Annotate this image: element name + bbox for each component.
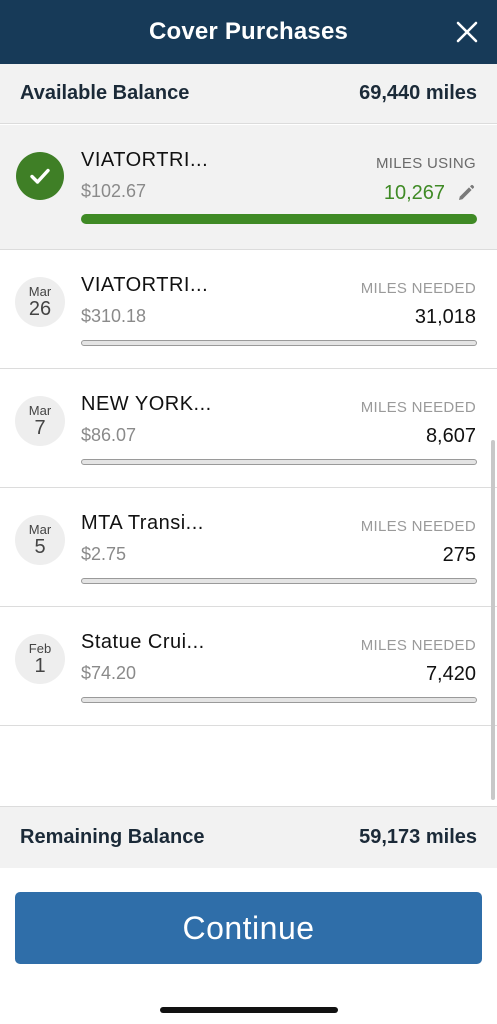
date-badge: Mar 7 <box>15 396 65 446</box>
home-indicator[interactable] <box>160 1007 338 1013</box>
purchase-amount: $102.67 <box>81 181 147 201</box>
available-balance-bar: Available Balance 69,440 miles <box>0 64 497 124</box>
miles-label: MILES NEEDED <box>360 399 476 416</box>
miles-label: MILES NEEDED <box>360 518 476 535</box>
progress-track <box>81 697 477 703</box>
date-badge: Feb 1 <box>15 634 65 684</box>
purchase-row[interactable]: VIATORTRI... $102.67 MILES USING 10,267 <box>0 125 497 250</box>
merchant-name: MTA Transi... <box>81 512 204 534</box>
purchase-amount: $310.18 <box>81 306 147 326</box>
date-badge: Mar 5 <box>15 515 65 565</box>
purchase-amount: $74.20 <box>81 663 137 683</box>
progress-track <box>81 459 477 465</box>
date-month: Mar <box>28 403 52 418</box>
header-bar: Cover Purchases <box>0 0 497 64</box>
progress-track <box>81 214 477 224</box>
available-balance-value: 69,440 miles <box>359 82 477 104</box>
date-day: 5 <box>34 536 46 558</box>
date-month: Mar <box>28 284 52 299</box>
available-balance-label: Available Balance <box>20 82 190 104</box>
remaining-balance-value: 59,173 miles <box>359 826 477 848</box>
selected-check-icon[interactable] <box>16 152 64 200</box>
merchant-name: NEW YORK... <box>81 393 212 415</box>
progress-track <box>81 578 477 584</box>
purchase-row[interactable]: Mar 26 VIATORTRI... $310.18 MILES NEEDED… <box>0 250 497 369</box>
merchant-name: VIATORTRI... <box>81 274 209 296</box>
miles-value: 31,018 <box>414 306 476 328</box>
miles-label: MILES NEEDED <box>360 280 476 297</box>
purchase-amount: $86.07 <box>81 425 137 445</box>
miles-value: 275 <box>442 544 476 566</box>
merchant-name: VIATORTRI... <box>81 149 209 171</box>
miles-value: 7,420 <box>425 663 476 685</box>
date-day: 1 <box>34 655 46 677</box>
merchant-name: Statue Crui... <box>81 631 205 653</box>
purchase-row[interactable]: Mar 5 MTA Transi... $2.75 MILES NEEDED 2… <box>0 488 497 607</box>
purchase-row[interactable]: Mar 7 NEW YORK... $86.07 MILES NEEDED 8,… <box>0 369 497 488</box>
progress-fill <box>81 214 477 224</box>
date-day: 7 <box>34 417 46 439</box>
miles-value: 8,607 <box>425 425 476 447</box>
date-badge: Mar 26 <box>15 277 65 327</box>
app: Cover Purchases Available Balance 69,440… <box>0 0 497 1024</box>
close-icon[interactable] <box>455 20 479 44</box>
progress-track <box>81 340 477 346</box>
continue-button[interactable]: Continue <box>15 892 482 964</box>
pencil-icon[interactable] <box>456 183 476 203</box>
purchase-amount: $2.75 <box>81 544 127 564</box>
miles-label: MILES NEEDED <box>360 637 476 654</box>
miles-value: 10,267 <box>383 182 445 204</box>
purchase-list[interactable]: VIATORTRI... $102.67 MILES USING 10,267 … <box>0 125 497 805</box>
page-title: Cover Purchases <box>148 18 349 45</box>
date-month: Mar <box>28 522 52 537</box>
miles-label: MILES USING <box>376 155 476 172</box>
scrollbar[interactable] <box>491 440 495 800</box>
remaining-balance-label: Remaining Balance <box>20 826 205 848</box>
date-month: Feb <box>28 641 52 656</box>
date-day: 26 <box>28 298 52 320</box>
purchase-row[interactable]: Feb 1 Statue Crui... $74.20 MILES NEEDED… <box>0 607 497 726</box>
remaining-balance-bar: Remaining Balance 59,173 miles <box>0 806 497 868</box>
